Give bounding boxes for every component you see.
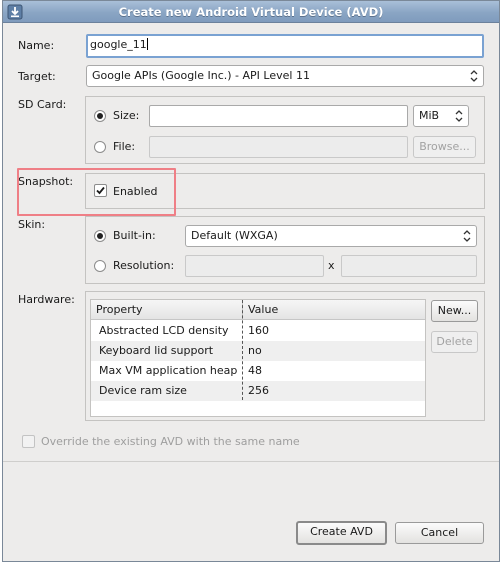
row-property: Max VM application heap [99,364,238,377]
new-property-button[interactable]: New... [431,300,478,322]
target-select[interactable]: Google APIs (Google Inc.) - API Level 11 [86,65,484,87]
table-row[interactable]: Max VM application heap 48 [91,361,425,381]
skin-resolution-label: Resolution: [113,259,175,272]
title-bar[interactable]: Create new Android Virtual Device (AVD) [3,1,499,23]
sdcard-file-label: File: [113,140,136,153]
chevron-up-down-icon [455,110,463,122]
text-cursor [146,38,148,50]
override-label: Override the existing AVD with the same … [41,435,300,448]
cancel-button[interactable]: Cancel [395,522,484,544]
table-row[interactable]: Abstracted LCD density 160 [91,321,425,341]
table-row[interactable]: Device ram size 256 [91,381,425,401]
column-header-property[interactable]: Property [91,300,241,320]
skin-resolution-radio[interactable] [94,260,106,272]
hardware-label: Hardware: [18,293,75,306]
skin-builtin-radio[interactable] [94,230,106,242]
chevron-up-down-icon [470,70,478,82]
hardware-table[interactable]: Property Value Abstracted LCD density 16… [90,299,426,417]
delete-property-button[interactable]: Delete [431,331,478,353]
sdcard-file-radio[interactable] [94,141,106,153]
browse-button[interactable]: Browse... [413,136,476,158]
skin-builtin-label: Built-in: [113,229,156,242]
resolution-x-label: x [328,259,335,272]
skin-label: Skin: [18,218,46,231]
resolution-width-input[interactable] [185,255,324,277]
target-selected-value: Google APIs (Google Inc.) - API Level 11 [92,69,310,82]
column-separator [242,300,243,400]
skin-builtin-value: Default (WXGA) [191,229,278,242]
avd-dialog: Create new Android Virtual Device (AVD) … [2,0,500,562]
row-value: 256 [248,384,269,397]
table-header: Property Value [91,300,425,320]
chevron-up-down-icon [463,230,471,242]
column-header-value[interactable]: Value [242,300,425,320]
resolution-height-input[interactable] [341,255,477,277]
sdcard-size-input[interactable] [149,105,408,127]
divider [3,461,499,462]
skin-builtin-select[interactable]: Default (WXGA) [185,225,477,247]
sdcard-unit-select[interactable]: MiB [413,105,469,127]
sdcard-size-label: Size: [113,109,140,122]
snapshot-highlight-box [17,168,176,216]
sdcard-unit-value: MiB [419,109,440,122]
target-label: Target: [18,70,56,83]
row-property: Abstracted LCD density [99,324,229,337]
window-title: Create new Android Virtual Device (AVD) [118,5,384,19]
row-value: no [248,344,262,357]
row-property: Keyboard lid support [99,344,214,357]
name-value: google_11 [90,38,147,51]
table-row[interactable]: Keyboard lid support no [91,341,425,361]
row-property: Device ram size [99,384,187,397]
override-checkbox[interactable] [22,435,35,448]
sdcard-file-input[interactable] [149,136,408,158]
row-value: 48 [248,364,262,377]
sdcard-size-radio[interactable] [94,110,106,122]
sdcard-label: SD Card: [18,98,67,111]
create-avd-button[interactable]: Create AVD [296,521,387,545]
row-value: 160 [248,324,269,337]
name-field[interactable]: google_11 [86,34,484,58]
name-label: Name: [18,39,55,52]
